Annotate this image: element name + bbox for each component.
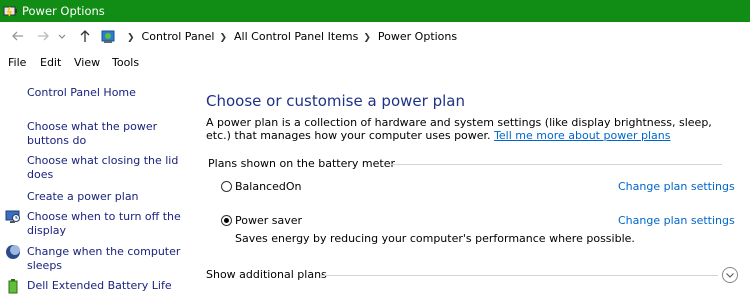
radio-power-saver[interactable]	[221, 215, 232, 226]
breadcrumb-separator-icon[interactable]: ❯	[363, 33, 371, 43]
address-bar: ❯ Control Panel ❯ All Control Panel Items ❯ P…	[0, 22, 750, 52]
radio-balancedon[interactable]	[221, 181, 232, 192]
breadcrumb-control-panel[interactable]: Control Panel	[142, 30, 215, 43]
page-title: Choose or customise a power plan	[206, 92, 465, 110]
sidebar-item-dell-battery[interactable]: Dell Extended Battery Life	[27, 279, 187, 293]
sidebar-item-label: Choose when to turn off the	[27, 210, 181, 223]
title-bar: Power Options	[0, 0, 750, 22]
sidebar-item-closing-lid[interactable]: Choose what closing the lid does	[27, 154, 187, 182]
sidebar-item-label: display	[27, 224, 67, 237]
battery-icon	[5, 278, 21, 294]
menu-view[interactable]: View	[74, 56, 100, 69]
menu-file[interactable]: File	[8, 56, 26, 69]
breadcrumb-power-options[interactable]: Power Options	[378, 30, 457, 43]
menu-edit[interactable]: Edit	[40, 56, 61, 69]
sidebar-item-label: buttons do	[27, 134, 87, 147]
monitor-icon	[5, 209, 21, 225]
change-plan-settings-link-power-saver[interactable]: Change plan settings	[618, 214, 735, 227]
sidebar: Control Panel Home Choose what the power…	[0, 72, 188, 294]
additional-plans-divider	[320, 275, 718, 276]
menu-tools[interactable]: Tools	[112, 56, 139, 69]
breadcrumb-separator-icon[interactable]: ❯	[219, 33, 227, 43]
control-panel-icon	[100, 28, 118, 46]
sidebar-item-computer-sleeps[interactable]: Change when the computer sleeps	[27, 245, 187, 273]
sidebar-item-label: Choose what the power	[27, 120, 158, 133]
change-plan-settings-link-balancedon[interactable]: Change plan settings	[618, 180, 735, 193]
sidebar-item-create-plan[interactable]: Create a power plan	[27, 190, 187, 204]
sidebar-item-label: Change when the computer	[27, 245, 181, 258]
radio-selected-dot	[224, 218, 229, 223]
section-divider	[386, 164, 722, 165]
sidebar-item-power-buttons[interactable]: Choose what the power buttons do	[27, 120, 187, 148]
sidebar-item-label: sleeps	[27, 259, 63, 272]
plan-name-balancedon[interactable]: BalancedOn	[235, 180, 301, 193]
plan-name-power-saver[interactable]: Power saver	[235, 214, 302, 227]
back-arrow-icon[interactable]	[10, 28, 26, 44]
up-arrow-icon[interactable]	[77, 28, 93, 44]
sidebar-item-label: does	[27, 168, 54, 181]
breadcrumb: ❯ Control Panel ❯ All Control Panel Items ❯ P…	[122, 30, 457, 43]
menu-bar: File Edit View Tools	[0, 52, 750, 72]
plans-section-title: Plans shown on the battery meter	[208, 157, 396, 170]
page-description: A power plan is a collection of hardware…	[206, 116, 731, 142]
show-additional-plans[interactable]: Show additional plans	[206, 268, 327, 281]
main-content: Choose or customise a power plan A power…	[206, 72, 750, 288]
moon-icon	[5, 244, 21, 260]
power-options-icon	[3, 3, 19, 19]
window-title: Power Options	[22, 4, 105, 18]
sidebar-control-panel-home[interactable]: Control Panel Home	[27, 86, 187, 100]
forward-arrow-icon[interactable]	[35, 28, 51, 44]
recent-locations-chevron-icon[interactable]	[57, 28, 67, 44]
plan-description-power-saver: Saves energy by reducing your computer's…	[235, 232, 635, 245]
breadcrumb-all-items[interactable]: All Control Panel Items	[234, 30, 358, 43]
sidebar-item-turn-off-display[interactable]: Choose when to turn off the display	[27, 210, 187, 238]
sidebar-item-label: Choose what closing the lid	[27, 154, 179, 167]
breadcrumb-separator-icon[interactable]: ❯	[127, 33, 135, 43]
tell-me-more-link[interactable]: Tell me more about power plans	[494, 129, 670, 142]
expand-chevron-icon[interactable]	[722, 267, 738, 283]
